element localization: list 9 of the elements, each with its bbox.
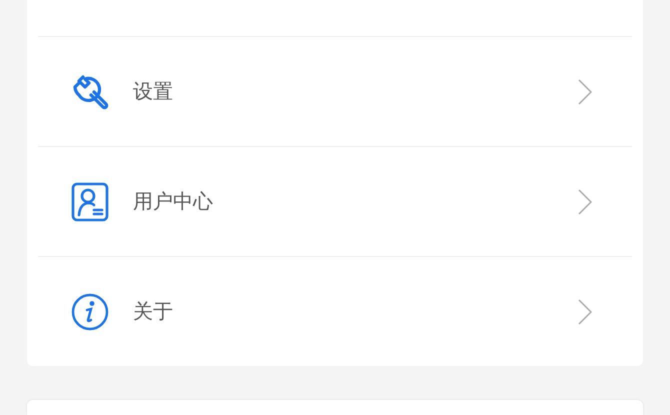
- menu-item[interactable]: 用户中心: [38, 146, 632, 256]
- chevron-right-icon: [578, 188, 592, 214]
- chevron-right-icon: [578, 298, 592, 324]
- user-card-icon: [71, 182, 109, 222]
- wrench-icon: [71, 72, 109, 110]
- menu-item[interactable]: 关于: [38, 256, 632, 366]
- chevron-right-icon: [578, 78, 592, 104]
- info-icon: [71, 292, 109, 330]
- menu-item[interactable]: 设置: [38, 36, 632, 146]
